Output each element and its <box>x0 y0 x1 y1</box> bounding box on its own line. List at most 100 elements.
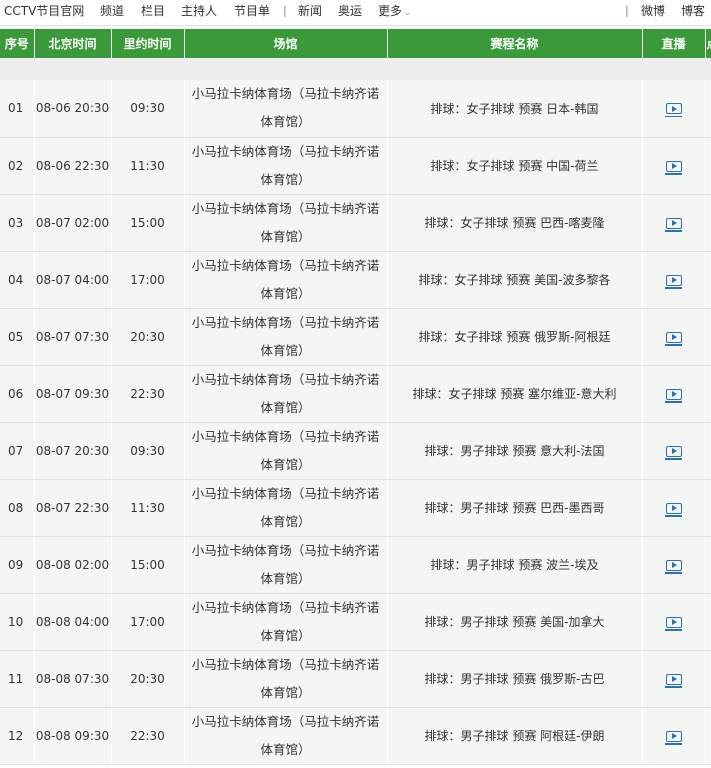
venue: 小马拉卡纳体育场（马拉卡纳齐诺体育馆） <box>184 80 388 138</box>
event-name: 排球：女子排球 预赛 中国-荷兰 <box>387 137 643 195</box>
live-cell <box>642 650 706 708</box>
venue-text: 小马拉卡纳体育场（马拉卡纳齐诺体育馆） <box>191 200 380 244</box>
tv-play-icon[interactable] <box>664 559 682 574</box>
row-number: 08 <box>0 479 35 537</box>
table-spacer-row <box>0 58 711 80</box>
rio-time: 09:30 <box>111 422 185 480</box>
event-name: 排球：男子排球 预赛 波兰-埃及 <box>387 536 643 594</box>
tv-play-icon[interactable] <box>664 673 682 688</box>
venue: 小马拉卡纳体育场（马拉卡纳齐诺体育馆） <box>184 479 388 537</box>
nav-blog-link[interactable]: 博客 <box>681 3 705 23</box>
tv-play-icon[interactable] <box>664 160 682 175</box>
nav-item-columns[interactable]: 栏目 <box>141 3 165 23</box>
header-no: 序号 <box>0 29 35 58</box>
tv-play-icon[interactable] <box>664 103 682 118</box>
vod-cell <box>705 650 711 708</box>
venue: 小马拉卡纳体育场（马拉卡纳齐诺体育馆） <box>184 536 388 594</box>
venue: 小马拉卡纳体育场（马拉卡纳齐诺体育馆） <box>184 650 388 708</box>
row-number: 05 <box>0 308 35 366</box>
rio-time: 09:30 <box>111 80 185 138</box>
tv-play-icon[interactable] <box>664 274 682 289</box>
nav-item-schedule[interactable]: 节目单 <box>234 3 270 23</box>
rio-time: 11:30 <box>111 137 185 195</box>
venue: 小马拉卡纳体育场（马拉卡纳齐诺体育馆） <box>184 308 388 366</box>
table-row: 01 08-06 20:30 09:30 小马拉卡纳体育场（马拉卡纳齐诺体育馆） 排球：… <box>0 80 711 138</box>
beijing-time: 08-06 22:30 <box>34 137 112 195</box>
venue: 小马拉卡纳体育场（马拉卡纳齐诺体育馆） <box>184 251 388 309</box>
header-live: 直播 <box>642 29 706 58</box>
venue: 小马拉卡纳体育场（马拉卡纳齐诺体育馆） <box>184 194 388 252</box>
tv-play-icon[interactable] <box>664 730 682 745</box>
event-name: 排球：女子排球 预赛 美国-波多黎各 <box>387 251 643 309</box>
row-number: 01 <box>0 80 35 138</box>
vod-cell <box>705 593 711 651</box>
olympic-schedule-table: 序号 北京时间 里约时间 场馆 赛程名称 直播 点 0108-06 20:300… <box>0 29 711 765</box>
row-number: 04 <box>0 251 35 309</box>
venue-text: 小马拉卡纳体育场（马拉卡纳齐诺体育馆） <box>191 428 380 472</box>
tv-play-icon[interactable] <box>664 616 682 631</box>
event-name: 排球：男子排球 预赛 意大利-法国 <box>387 422 643 480</box>
beijing-time: 08-08 02:00 <box>34 536 112 594</box>
venue-text: 小马拉卡纳体育场（马拉卡纳齐诺体育馆） <box>191 485 380 529</box>
tv-play-icon[interactable] <box>664 445 682 460</box>
vod-cell <box>705 80 711 138</box>
row-number: 12 <box>0 707 35 765</box>
row-number: 02 <box>0 137 35 195</box>
tv-play-icon[interactable] <box>664 388 682 403</box>
event-name: 排球：女子排球 预赛 俄罗斯-阿根廷 <box>387 308 643 366</box>
event-name: 排球：男子排球 预赛 俄罗斯-古巴 <box>387 650 643 708</box>
vod-cell <box>705 308 711 366</box>
row-number: 09 <box>0 536 35 594</box>
beijing-time: 08-07 04:00 <box>34 251 112 309</box>
event-name: 排球：女子排球 预赛 日本-韩国 <box>387 80 643 138</box>
rio-time: 20:30 <box>111 308 185 366</box>
rio-time: 22:30 <box>111 707 185 765</box>
nav-item-olympics[interactable]: 奥运 <box>338 3 362 23</box>
nav-more-label: 更多 <box>378 4 403 18</box>
top-navigation-bar: CCTV节目官网 频道 栏目 主持人 节目单 | 新闻 奥运 更多 ⌄ | 微博 … <box>0 0 711 26</box>
nav-item-channels[interactable]: 频道 <box>100 3 124 23</box>
venue-text: 小马拉卡纳体育场（马拉卡纳齐诺体育馆） <box>191 314 380 358</box>
live-cell <box>642 80 706 138</box>
live-cell <box>642 707 706 765</box>
vod-cell <box>705 422 711 480</box>
vod-cell <box>705 137 711 195</box>
beijing-time: 08-06 20:30 <box>34 80 112 138</box>
tv-play-icon[interactable] <box>664 217 682 232</box>
venue-text: 小马拉卡纳体育场（马拉卡纳齐诺体育馆） <box>191 257 380 301</box>
live-cell <box>642 308 706 366</box>
venue-text: 小马拉卡纳体育场（马拉卡纳齐诺体育馆） <box>191 599 380 643</box>
tv-play-icon[interactable] <box>664 502 682 517</box>
table-row: 06 08-07 09:30 22:30 小马拉卡纳体育场（马拉卡纳齐诺体育馆） 排球：… <box>0 365 711 423</box>
venue: 小马拉卡纳体育场（马拉卡纳齐诺体育馆） <box>184 707 388 765</box>
row-number: 03 <box>0 194 35 252</box>
rio-time: 22:30 <box>111 365 185 423</box>
nav-item-news[interactable]: 新闻 <box>298 3 322 23</box>
table-row: 08 08-07 22:30 11:30 小马拉卡纳体育场（马拉卡纳齐诺体育馆） 排球：… <box>0 479 711 537</box>
nav-divider-right: | <box>625 4 629 17</box>
vod-cell <box>705 365 711 423</box>
nav-divider: | <box>283 4 287 17</box>
venue: 小马拉卡纳体育场（马拉卡纳齐诺体育馆） <box>184 593 388 651</box>
beijing-time: 08-08 09:30 <box>34 707 112 765</box>
table-row: 12 08-08 09:30 22:30 小马拉卡纳体育场（马拉卡纳齐诺体育馆） 排球：… <box>0 707 711 765</box>
tv-play-icon[interactable] <box>664 331 682 346</box>
beijing-time: 08-08 04:00 <box>34 593 112 651</box>
table-row: 04 08-07 04:00 17:00 小马拉卡纳体育场（马拉卡纳齐诺体育馆） 排球：… <box>0 251 711 309</box>
venue: 小马拉卡纳体育场（马拉卡纳齐诺体育馆） <box>184 422 388 480</box>
beijing-time: 08-07 20:30 <box>34 422 112 480</box>
nav-item-hosts[interactable]: 主持人 <box>181 3 217 23</box>
rio-time: 17:00 <box>111 593 185 651</box>
nav-weibo-link[interactable]: 微博 <box>641 3 665 23</box>
nav-more-dropdown[interactable]: 更多 ⌄ <box>378 3 412 23</box>
vod-cell <box>705 536 711 594</box>
table-row: 03 08-07 02:00 15:00 小马拉卡纳体育场（马拉卡纳齐诺体育馆） 排球：… <box>0 194 711 252</box>
venue: 小马拉卡纳体育场（马拉卡纳齐诺体育馆） <box>184 365 388 423</box>
nav-site-home-link[interactable]: CCTV节目官网 <box>4 3 84 23</box>
spacer-cell <box>0 58 711 80</box>
live-cell <box>642 479 706 537</box>
event-name: 排球：男子排球 预赛 美国-加拿大 <box>387 593 643 651</box>
beijing-time: 08-07 09:30 <box>34 365 112 423</box>
venue-text: 小马拉卡纳体育场（马拉卡纳齐诺体育馆） <box>191 143 380 187</box>
venue-text: 小马拉卡纳体育场（马拉卡纳齐诺体育馆） <box>191 713 380 757</box>
